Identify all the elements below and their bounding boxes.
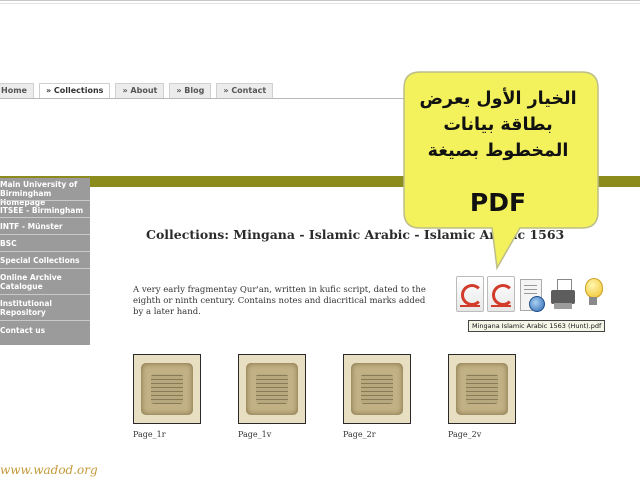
- annotation-line-2: بطاقة بيانات: [443, 115, 553, 135]
- annotation-line-3: المخطوط بصيغة: [427, 141, 569, 161]
- annotation-line-1: الخيار الأول يعرض: [419, 89, 577, 109]
- annotation-pdf-label: PDF: [469, 188, 527, 217]
- annotation-bubble: [403, 71, 599, 271]
- annotation-text: الخيار الأول يعرض بطاقة بيانات المخطوط ب…: [404, 86, 592, 164]
